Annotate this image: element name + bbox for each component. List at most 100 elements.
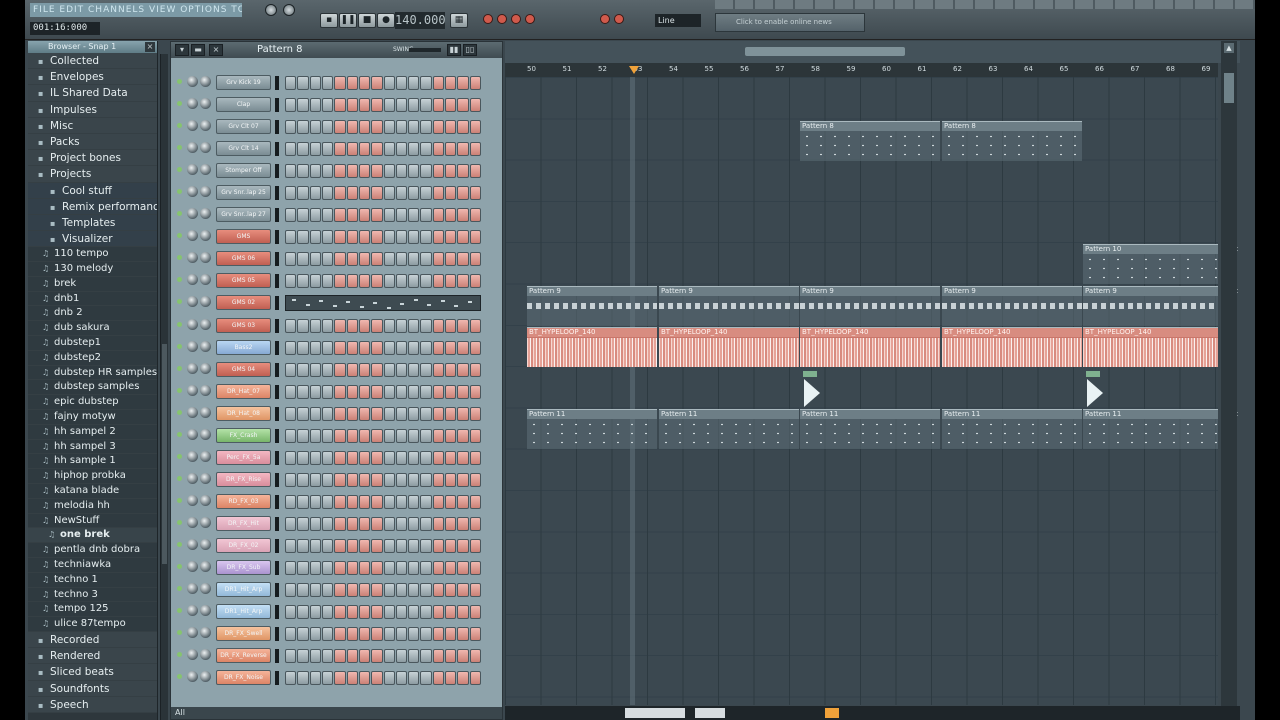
channel-name-button[interactable]: Perc_FX_5a <box>216 449 271 465</box>
mute-led[interactable] <box>177 564 182 570</box>
browser-item[interactable]: ♫ dnb1 <box>28 291 157 307</box>
step-button[interactable] <box>309 384 321 399</box>
channel-select-indicator[interactable] <box>275 627 279 642</box>
step-button[interactable] <box>346 561 358 576</box>
step-button[interactable] <box>383 516 395 531</box>
step-button[interactable] <box>321 494 334 509</box>
step-button[interactable] <box>457 252 469 267</box>
step-button[interactable] <box>395 538 408 553</box>
step-button[interactable] <box>358 142 371 157</box>
step-button[interactable] <box>321 208 334 223</box>
channel-volume-knob[interactable] <box>200 428 211 440</box>
mute-led[interactable] <box>177 211 182 217</box>
channel-name-button[interactable]: GMS 05 <box>216 273 271 289</box>
channel-select-indicator[interactable] <box>275 472 279 487</box>
step-button[interactable] <box>285 384 297 399</box>
step-button[interactable] <box>395 120 408 135</box>
typing-keyboard-toggle[interactable] <box>600 14 610 24</box>
channel-pan-knob[interactable] <box>187 649 198 661</box>
step-button[interactable] <box>432 76 445 90</box>
step-button[interactable] <box>346 120 358 135</box>
playhead-marker-icon[interactable] <box>629 66 639 74</box>
step-button[interactable] <box>395 384 408 399</box>
pattern-clip[interactable]: Pattern 11 <box>659 409 799 449</box>
channel-select-indicator[interactable] <box>275 516 279 531</box>
channel-select-indicator[interactable] <box>275 340 279 355</box>
step-button[interactable] <box>457 362 469 377</box>
step-button[interactable] <box>371 428 383 443</box>
step-button[interactable] <box>346 538 358 553</box>
step-button[interactable] <box>395 230 408 245</box>
channel-name-button[interactable]: DR1_Hit_Arp <box>216 582 271 598</box>
mute-led[interactable] <box>177 321 182 327</box>
step-button[interactable] <box>297 561 309 576</box>
step-button[interactable] <box>285 649 297 664</box>
browser-item[interactable]: ♫ hh sample 1 <box>28 454 157 470</box>
step-button[interactable] <box>420 583 432 598</box>
browser-item[interactable]: ♫ dubstep1 <box>28 336 157 351</box>
channel-name-button[interactable]: DR_Hat_07 <box>216 383 271 399</box>
bar-ruler[interactable]: 50 51 52 53 54 55 56 57 58 59 60 61 62 63 64 65 66 67 68 69 <box>505 63 1218 77</box>
step-button[interactable] <box>309 494 321 509</box>
channel-select-indicator[interactable] <box>275 76 279 90</box>
channel-volume-knob[interactable] <box>200 252 211 264</box>
step-button[interactable] <box>285 561 297 576</box>
browser-item[interactable]: ▪ Speech <box>28 696 157 713</box>
step-button[interactable] <box>469 627 481 642</box>
channel-pan-knob[interactable] <box>187 671 198 683</box>
channel-name-button[interactable]: DR_FX_Reverse <box>216 648 271 664</box>
step-button[interactable] <box>395 76 408 90</box>
mute-led[interactable] <box>177 365 182 371</box>
step-button[interactable] <box>334 428 346 443</box>
step-button[interactable] <box>371 583 383 598</box>
browser-item[interactable]: ▪ Visualizer <box>28 231 157 248</box>
step-button[interactable] <box>285 627 297 642</box>
step-button[interactable] <box>469 208 481 223</box>
step-button[interactable] <box>420 649 432 664</box>
browser-item[interactable]: ▪ Project bones <box>28 150 157 167</box>
step-button[interactable] <box>408 561 420 576</box>
step-button[interactable] <box>469 428 481 443</box>
step-button[interactable] <box>358 384 371 399</box>
channel-volume-knob[interactable] <box>200 98 211 110</box>
step-button[interactable] <box>371 252 383 267</box>
channel-pan-knob[interactable] <box>187 428 198 440</box>
record-button[interactable]: ● <box>377 13 395 28</box>
step-button[interactable] <box>297 76 309 90</box>
step-button[interactable] <box>321 583 334 598</box>
channel-volume-knob[interactable] <box>200 583 211 595</box>
step-button[interactable] <box>408 230 420 245</box>
step-button[interactable] <box>457 428 469 443</box>
audio-clip[interactable]: BT_HYPELOOP_140 <box>1083 327 1218 367</box>
step-button[interactable] <box>334 384 346 399</box>
step-button[interactable] <box>346 76 358 90</box>
step-button[interactable] <box>297 98 309 113</box>
step-button[interactable] <box>285 252 297 267</box>
step-button[interactable] <box>420 164 432 179</box>
step-button[interactable] <box>297 428 309 443</box>
step-button[interactable] <box>383 164 395 179</box>
step-button[interactable] <box>285 340 297 355</box>
step-button[interactable] <box>309 142 321 157</box>
step-button[interactable] <box>334 627 346 642</box>
browser-item[interactable]: ▪ Recorded <box>28 631 157 649</box>
browser-item[interactable]: ♫ tempo 125 <box>28 602 157 618</box>
mute-led[interactable] <box>177 409 182 415</box>
step-button[interactable] <box>432 627 445 642</box>
step-button[interactable] <box>420 208 432 223</box>
step-button[interactable] <box>321 406 334 421</box>
channel-volume-knob[interactable] <box>200 494 211 506</box>
step-button[interactable] <box>432 142 445 157</box>
step-button[interactable] <box>432 98 445 113</box>
pattern-clip[interactable]: Pattern 9 <box>1083 286 1218 326</box>
mute-led[interactable] <box>177 145 182 151</box>
channel-select-indicator[interactable] <box>275 494 279 509</box>
step-button[interactable] <box>321 164 334 179</box>
scroll-thumb[interactable] <box>1224 73 1234 103</box>
step-button[interactable] <box>346 671 358 686</box>
step-button[interactable] <box>358 208 371 223</box>
step-button[interactable] <box>321 649 334 664</box>
step-button[interactable] <box>445 340 457 355</box>
online-news-panel[interactable]: Click to enable online news <box>715 13 865 32</box>
step-button[interactable] <box>445 516 457 531</box>
